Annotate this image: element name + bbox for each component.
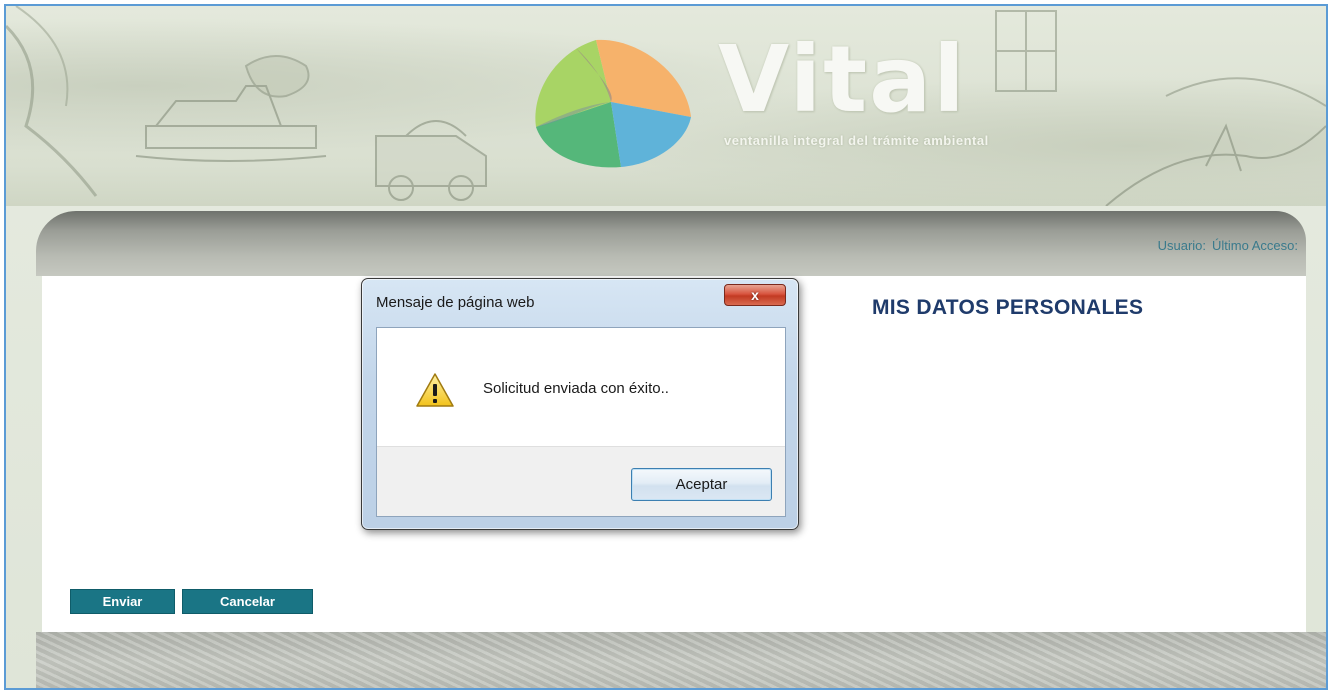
aceptar-button[interactable]: Aceptar [631, 468, 772, 501]
dialog-message: Solicitud enviada con éxito.. [483, 380, 669, 397]
brand-title: Vital [718, 26, 967, 133]
page-title: MIS DATOS PERSONALES [872, 296, 1144, 319]
enviar-button[interactable]: Enviar [70, 589, 175, 614]
ultimo-acceso-label: Último Acceso: [1212, 238, 1298, 253]
message-dialog: Mensaje de página web x Solicitud enviad… [361, 278, 799, 530]
dialog-body: Solicitud enviada con éxito.. [377, 328, 785, 446]
dialog-footer: Aceptar [377, 446, 785, 516]
browser-frame: Vital ventanilla integral del trámite am… [4, 4, 1328, 690]
cancelar-button[interactable]: Cancelar [182, 589, 313, 614]
dialog-title: Mensaje de página web [376, 294, 535, 311]
header-banner: Vital ventanilla integral del trámite am… [6, 6, 1326, 206]
banner-sketch-left [6, 6, 327, 197]
brand-subtitle: ventanilla integral del trámite ambienta… [724, 133, 989, 148]
vital-logo [535, 39, 691, 168]
warning-icon [416, 373, 454, 407]
nav-bar: Usuario: Último Acceso: [36, 211, 1306, 276]
banner-sketch-truck [375, 120, 487, 201]
user-info: Usuario: Último Acceso: [1152, 238, 1298, 253]
footer-texture [36, 632, 1326, 688]
banner-sketch-right [995, 10, 1326, 206]
close-icon: x [751, 287, 759, 303]
dialog-inner: Solicitud enviada con éxito.. Aceptar [376, 327, 786, 517]
close-button[interactable]: x [724, 284, 786, 306]
usuario-label: Usuario: [1157, 238, 1207, 253]
